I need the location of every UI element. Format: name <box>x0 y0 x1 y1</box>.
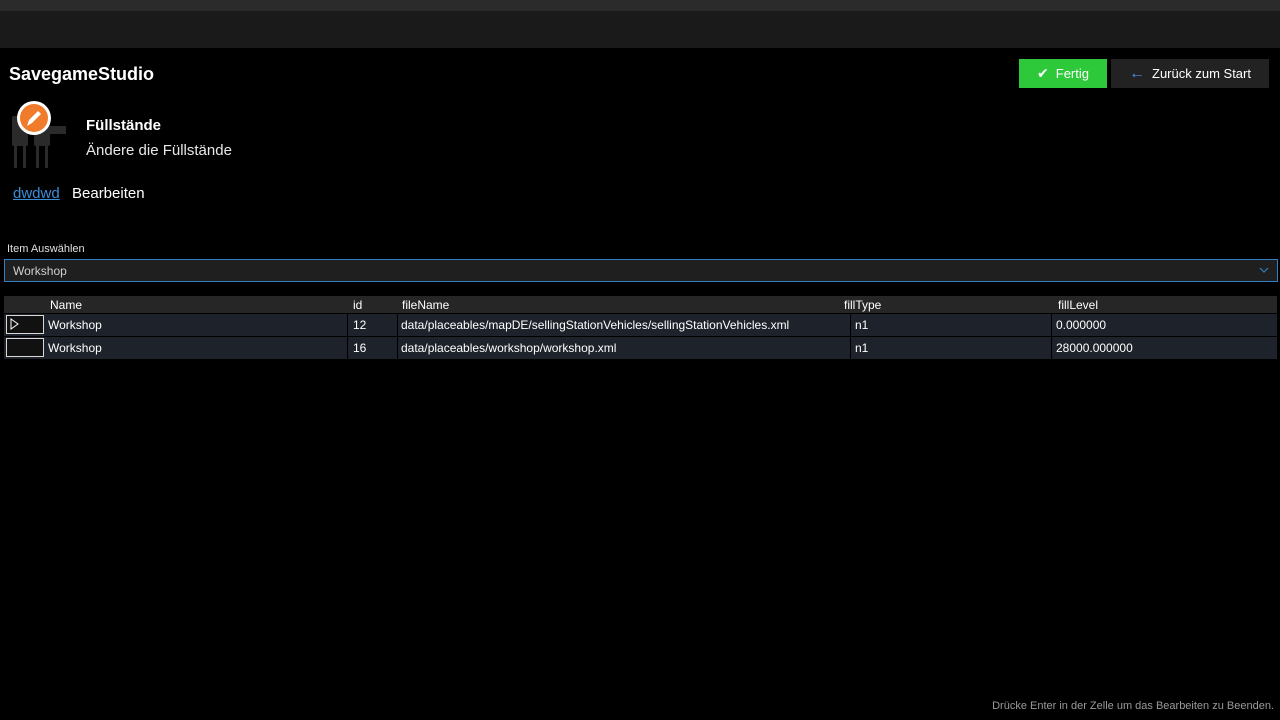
done-button[interactable]: ✔ Fertig <box>1019 59 1107 88</box>
column-header-name[interactable]: Name <box>50 298 82 312</box>
cell-filllevel[interactable]: 28000.000000 <box>1056 341 1133 355</box>
cell-filename[interactable]: data/placeables/mapDE/sellingStationVehi… <box>401 318 789 332</box>
column-header-id[interactable]: id <box>353 298 362 312</box>
item-select-value: Workshop <box>13 264 67 278</box>
cell-filltype[interactable]: n1 <box>855 341 868 355</box>
row-header[interactable] <box>6 315 44 334</box>
cell-name[interactable]: Workshop <box>48 341 102 355</box>
cell-filltype[interactable]: n1 <box>855 318 868 332</box>
breadcrumb-current: Bearbeiten <box>72 185 145 202</box>
breadcrumb-link[interactable]: dwdwd <box>13 185 60 202</box>
item-select-dropdown[interactable]: Workshop <box>4 259 1278 282</box>
cell-name[interactable]: Workshop <box>48 318 102 332</box>
section-description: Ändere die Füllstände <box>86 142 232 159</box>
command-bar <box>0 11 1280 48</box>
cell-id[interactable]: 12 <box>353 318 366 332</box>
arrow-left-icon: ← <box>1129 64 1146 82</box>
column-header-filltype[interactable]: fillType <box>844 298 881 312</box>
cell-filename[interactable]: data/placeables/workshop/workshop.xml <box>401 341 616 355</box>
done-button-label: Fertig <box>1055 66 1089 81</box>
pencil-plug-icon <box>12 101 66 168</box>
section-title: Füllstände <box>86 117 162 134</box>
cell-filllevel[interactable]: 0.000000 <box>1056 318 1106 332</box>
row-pointer-icon <box>10 318 19 330</box>
column-header-filename[interactable]: fileName <box>402 298 449 312</box>
back-to-start-button[interactable]: ← Zurück zum Start <box>1111 59 1269 88</box>
fill-level-table: Name id fileName fillType fillLevel Work… <box>4 296 1277 359</box>
item-select-label: Item Auswählen <box>7 243 85 255</box>
window-titlebar <box>0 0 1280 11</box>
chevron-down-icon <box>1259 267 1269 273</box>
table-header: Name id fileName fillType fillLevel <box>4 296 1277 313</box>
table-row[interactable]: Workshop 12 data/placeables/mapDE/sellin… <box>4 313 1277 336</box>
checkmark-icon: ✔ <box>1037 65 1049 81</box>
row-header[interactable] <box>6 338 44 357</box>
status-hint: Drücke Enter in der Zelle um das Bearbei… <box>992 700 1274 712</box>
column-header-filllevel[interactable]: fillLevel <box>1058 298 1098 312</box>
cell-id[interactable]: 16 <box>353 341 366 355</box>
table-row[interactable]: Workshop 16 data/placeables/workshop/wor… <box>4 336 1277 359</box>
app-title: SavegameStudio <box>9 64 155 84</box>
back-button-label: Zurück zum Start <box>1152 66 1251 81</box>
